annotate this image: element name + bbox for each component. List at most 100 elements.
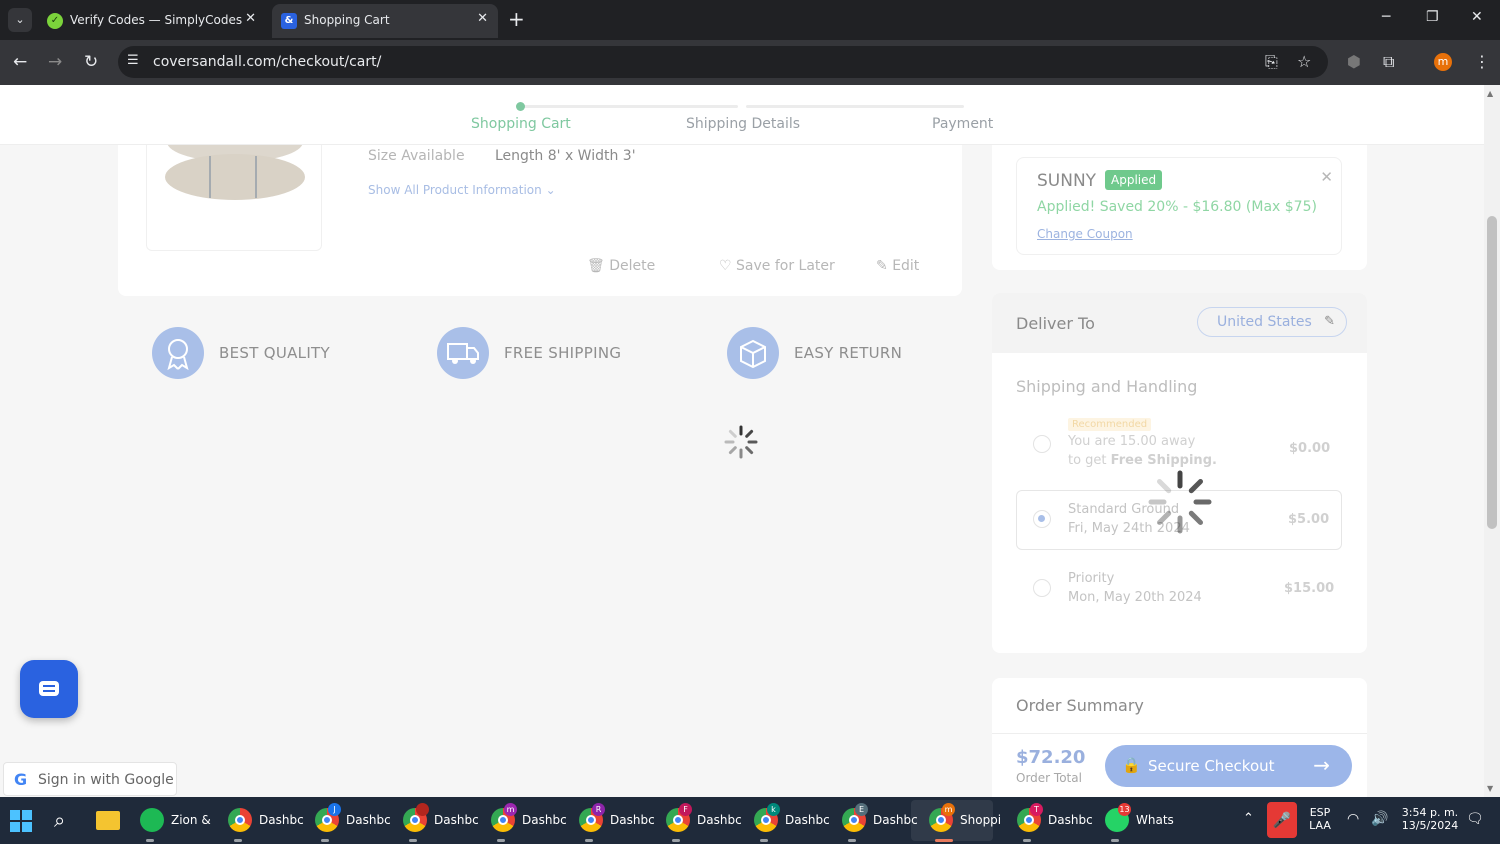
taskbar-app-label[interactable]: Dashbc [346,813,391,827]
file-explorer-icon[interactable] [96,811,120,830]
back-arrow-icon[interactable]: ← [13,52,27,72]
feature-label: EASY RETURN [794,344,903,362]
notifications-icon[interactable]: 🗨 [1466,811,1484,827]
scrollbar-thumb[interactable] [1487,216,1497,529]
search-icon[interactable]: ⌕ [54,808,65,832]
taskbar-app-label[interactable]: Dashbc [1048,813,1093,827]
address-bar[interactable]: ☰ coversandall.com/checkout/cart/ ⎘ ☆ [118,46,1328,78]
window-close-icon[interactable]: ✕ [1471,9,1483,25]
save-label: Save for Later [736,258,835,274]
install-app-icon[interactable]: ⎘ [1265,52,1278,72]
tab-title: Verify Codes — SimplyCodes [70,13,243,27]
browser-menu-icon[interactable]: ⋮ [1474,52,1490,71]
browser-tab-simplycodes[interactable]: ✓ Verify Codes — SimplyCodes ✕ [38,4,266,38]
save-for-later-button[interactable]: ♡ Save for Later [719,258,835,274]
taskbar-running-indicator [321,839,329,842]
taskbar-app-label[interactable]: Dashbc [873,813,918,827]
browser-tab-shopping-cart[interactable]: & Shopping Cart ✕ [272,4,498,38]
restore-icon[interactable]: ❐ [1426,9,1439,25]
shipping-option-free-radio[interactable] [1033,435,1051,453]
coupon-message: Applied! Saved 20% - $16.80 (Max $75) [1037,199,1317,215]
tab-close-icon[interactable]: ✕ [245,11,256,26]
taskbar-running-indicator [585,839,593,842]
spotify-icon[interactable] [140,808,164,832]
new-tab-plus-icon[interactable]: + [508,7,525,31]
taskbar-running-indicator [848,839,856,842]
reload-icon[interactable]: ↻ [84,52,98,72]
chrome-icon[interactable] [228,808,252,832]
order-summary-title: Order Summary [1016,696,1144,715]
feature-label: BEST QUALITY [219,344,330,362]
show-product-info-link[interactable]: Show All Product Information ⌄ [368,183,556,197]
page-viewport: Size Available Length 8' x Width 3' Show… [0,85,1500,797]
delete-button[interactable]: 🗑 Delete [587,258,655,274]
chat-support-button[interactable] [20,660,78,718]
taskbar-app-label[interactable]: Dashbc [610,813,655,827]
step-payment[interactable]: Payment [932,116,993,132]
priority-date: Mon, May 20th 2024 [1068,590,1202,605]
clock[interactable]: 3:54 p. m. 13/5/2024 [1397,806,1463,832]
system-tray-chevron-icon[interactable]: ⌃ [1243,811,1254,826]
country-selector[interactable]: United States ✎ [1197,307,1347,337]
product-image[interactable] [146,135,322,251]
tab-close-icon[interactable]: ✕ [477,11,488,26]
change-coupon-link[interactable]: Change Coupon [1037,227,1133,241]
language-indicator[interactable]: ESP LAA [1305,806,1335,832]
extensions-icon[interactable]: ⧉ [1383,52,1394,72]
taskbar-app-label[interactable]: Whats [1136,813,1174,827]
bookmark-star-icon[interactable]: ☆ [1297,52,1311,71]
wifi-icon[interactable]: ◠ [1347,811,1359,827]
taskbar-app-label[interactable]: Dashbc [522,813,567,827]
taskbar-running-indicator [1111,839,1119,842]
extension-puzzle-icon[interactable]: ⬢ [1347,52,1361,71]
tab-search-chevron-icon[interactable]: ⌄ [8,8,32,32]
site-settings-icon[interactable]: ☰ [127,53,139,68]
edit-button[interactable]: ✎ Edit [876,258,919,274]
page-scrollbar[interactable]: ▲ ▼ [1484,85,1500,797]
taskbar-app-label[interactable]: Zion & [171,813,211,827]
remove-coupon-close-icon[interactable]: ✕ [1320,168,1333,186]
scroll-down-icon[interactable]: ▼ [1487,784,1493,793]
active-step-dot [516,102,525,111]
step-shopping-cart[interactable]: Shopping Cart [471,116,571,132]
google-signin-button[interactable]: G Sign in with Google [3,762,177,796]
taskbar-app-label[interactable]: Dashbc [785,813,830,827]
recommended-badge: Recommended [1068,418,1152,431]
volume-icon[interactable]: 🔊 [1371,811,1388,827]
minimize-icon[interactable]: ─ [1382,9,1390,25]
standard-ground-price: $5.00 [1288,512,1330,527]
edit-label: Edit [892,258,920,274]
size-label: Size Available [368,148,465,164]
taskbar-app-label[interactable]: Dashbc [434,813,479,827]
microphone-icon[interactable]: 🎤 [1267,802,1297,838]
secure-checkout-button[interactable]: 🔒 Secure Checkout → [1105,745,1352,787]
windows-start-icon[interactable] [10,810,32,832]
taskbar-app-label[interactable]: Dashbc [697,813,742,827]
url-text: coversandall.com/checkout/cart/ [153,54,382,70]
taskbar-badge: T [1030,803,1043,816]
forward-arrow-icon[interactable]: → [48,52,62,72]
taskbar-app-label[interactable]: Dashbc [259,813,304,827]
delivery-truck-icon [437,327,489,379]
size-value: Length 8' x Width 3' [495,148,636,164]
step-shipping-details[interactable]: Shipping Details [686,116,800,132]
taskbar-badge: m [504,803,517,816]
taskbar-badge: k [767,803,780,816]
taskbar-running-indicator [935,839,953,842]
shipping-title: Shipping and Handling [1016,377,1198,396]
taskbar-running-indicator [672,839,680,842]
profile-avatar[interactable]: m [1434,53,1452,71]
shipping-option-standard-radio[interactable] [1033,510,1051,528]
pencil-icon: ✎ [1324,314,1335,329]
feature-label: FREE SHIPPING [504,344,622,362]
simplycodes-icon: ✓ [47,13,63,29]
loading-spinner-icon [1148,470,1212,534]
scroll-up-icon[interactable]: ▲ [1487,89,1493,98]
taskbar-app-label[interactable]: Shoppi [960,813,1001,827]
shipping-option-priority-radio[interactable] [1033,579,1051,597]
show-info-label: Show All Product Information [368,183,542,197]
google-g-icon: G [14,770,28,789]
tab-title: Shopping Cart [304,13,390,27]
country-value: United States [1217,314,1312,330]
applied-badge: Applied [1105,170,1163,190]
